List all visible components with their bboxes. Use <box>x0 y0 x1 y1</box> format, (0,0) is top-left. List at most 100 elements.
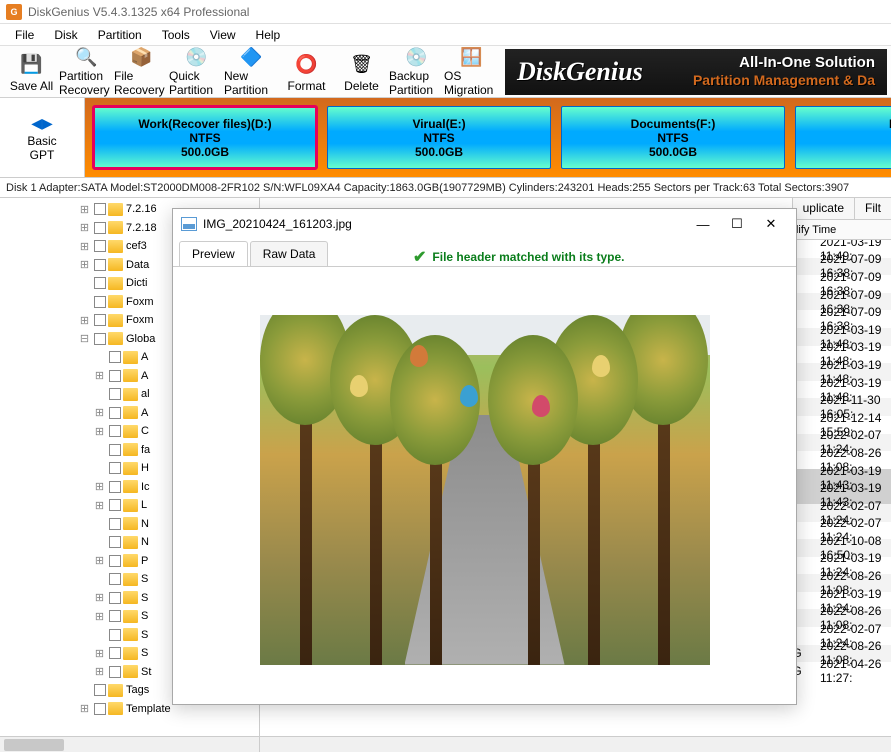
filelist-hscrollbar[interactable] <box>260 736 891 752</box>
expand-toggle-icon[interactable]: ⊞ <box>92 591 107 604</box>
checkbox[interactable] <box>109 407 121 419</box>
nav-arrows-icon[interactable]: ◀▶ <box>31 115 53 132</box>
tree-node-label: Template <box>126 703 171 715</box>
folder-icon <box>123 628 138 641</box>
checkbox[interactable] <box>94 296 106 308</box>
expand-toggle-icon[interactable]: ⊞ <box>92 425 107 438</box>
checkbox[interactable] <box>109 610 121 622</box>
window-title: DiskGenius V5.4.3.1325 x64 Professional <box>28 5 249 19</box>
checkbox[interactable] <box>109 592 121 604</box>
expand-toggle-icon[interactable]: ⊞ <box>92 369 107 382</box>
checkbox[interactable] <box>109 444 121 456</box>
minimize-button[interactable]: — <box>686 212 720 236</box>
toolbar-partition-recovery[interactable]: 🔍Partition Recovery <box>59 48 114 96</box>
toolbar-backup-partition[interactable]: 💿Backup Partition <box>389 48 444 96</box>
checkbox[interactable] <box>109 462 121 474</box>
expand-toggle-icon[interactable]: ⊞ <box>92 647 107 660</box>
partition-item[interactable]: BackuNT362.9 <box>795 106 891 169</box>
preview-titlebar[interactable]: IMG_20210424_161203.jpg — ☐ ✕ <box>173 209 796 239</box>
tree-node-label: Foxm <box>126 314 154 326</box>
tree-node-label: N <box>141 518 149 530</box>
preview-window[interactable]: IMG_20210424_161203.jpg — ☐ ✕ PreviewRaw… <box>172 208 797 705</box>
menu-partition[interactable]: Partition <box>89 26 151 44</box>
expand-toggle-icon[interactable]: ⊞ <box>92 480 107 493</box>
menu-disk[interactable]: Disk <box>45 26 86 44</box>
tree-hscrollbar[interactable] <box>0 736 259 752</box>
close-button[interactable]: ✕ <box>754 212 788 236</box>
checkbox[interactable] <box>109 481 121 493</box>
toolbar-icon: 📦 <box>128 47 156 68</box>
checkbox[interactable] <box>109 555 121 567</box>
checkbox[interactable] <box>94 222 106 234</box>
filter-button[interactable]: uplicate <box>792 198 854 219</box>
toolbar-icon: 🔍 <box>73 47 101 68</box>
checkbox[interactable] <box>94 333 106 345</box>
menu-help[interactable]: Help <box>247 26 290 44</box>
partition-item[interactable]: Documents(F:)NTFS500.0GB <box>561 106 785 169</box>
nav-mode: Basic <box>27 134 56 148</box>
checkbox[interactable] <box>109 388 121 400</box>
checkbox[interactable] <box>94 314 106 326</box>
folder-icon <box>123 351 138 364</box>
expand-toggle-icon[interactable]: ⊞ <box>77 203 92 216</box>
checkbox[interactable] <box>94 259 106 271</box>
partition-item[interactable]: Work(Recover files)(D:)NTFS500.0GB <box>93 106 317 169</box>
expand-toggle-icon[interactable]: ⊞ <box>92 554 107 567</box>
image-file-icon <box>181 217 197 231</box>
checkbox[interactable] <box>109 518 121 530</box>
checkbox[interactable] <box>94 203 106 215</box>
checkbox[interactable] <box>109 629 121 641</box>
menu-view[interactable]: View <box>201 26 245 44</box>
expand-toggle-icon[interactable]: ⊞ <box>77 221 92 234</box>
checkbox[interactable] <box>109 499 121 511</box>
menu-file[interactable]: File <box>6 26 43 44</box>
tree-node-label: St <box>141 666 151 678</box>
folder-icon <box>123 462 138 475</box>
tree-node-label: cef3 <box>126 240 147 252</box>
toolbar-save-all[interactable]: 💾Save All <box>4 48 59 96</box>
expand-toggle-icon[interactable]: ⊞ <box>92 499 107 512</box>
toolbar-delete[interactable]: 🗑Delete <box>334 48 389 96</box>
toolbar-icon: 💿 <box>183 47 211 68</box>
toolbar-icon: 💿 <box>403 47 431 68</box>
toolbar-os-migration[interactable]: 🪟OS Migration <box>444 48 499 96</box>
tree-node-label: Data <box>126 259 149 271</box>
expand-toggle-icon[interactable]: ⊞ <box>92 610 107 623</box>
expand-toggle-icon[interactable]: ⊟ <box>77 332 92 345</box>
checkbox[interactable] <box>94 703 106 715</box>
maximize-button[interactable]: ☐ <box>720 212 754 236</box>
checkbox[interactable] <box>94 277 106 289</box>
folder-icon <box>123 388 138 401</box>
expand-toggle-icon[interactable]: ⊞ <box>77 702 92 715</box>
brand-tagline-1: All-In-One Solution <box>693 54 875 72</box>
toolbar-quick-partition[interactable]: 💿Quick Partition <box>169 48 224 96</box>
expand-toggle-icon[interactable]: ⊞ <box>92 665 107 678</box>
expand-toggle-icon[interactable]: ⊞ <box>77 240 92 253</box>
checkbox[interactable] <box>109 536 121 548</box>
checkbox[interactable] <box>94 240 106 252</box>
expand-toggle-icon[interactable]: ⊞ <box>77 314 92 327</box>
partition-item[interactable]: Virual(E:)NTFS500.0GB <box>327 106 551 169</box>
tree-node-label: A <box>141 370 148 382</box>
filter-button[interactable]: Filt <box>854 198 891 219</box>
preview-tab-raw-data[interactable]: Raw Data <box>250 241 329 266</box>
toolbar-new-partition[interactable]: 🔷New Partition <box>224 48 279 96</box>
checkbox[interactable] <box>109 666 121 678</box>
folder-icon <box>123 591 138 604</box>
expand-toggle-icon[interactable]: ⊞ <box>77 258 92 271</box>
checkbox[interactable] <box>109 351 121 363</box>
checkbox[interactable] <box>94 684 106 696</box>
checkbox[interactable] <box>109 370 121 382</box>
expand-toggle-icon[interactable]: ⊞ <box>92 406 107 419</box>
toolbar-icon: 🔷 <box>238 47 266 68</box>
checkbox[interactable] <box>109 573 121 585</box>
preview-tab-preview[interactable]: Preview <box>179 241 248 266</box>
menu-tools[interactable]: Tools <box>153 26 199 44</box>
checkbox[interactable] <box>109 425 121 437</box>
titlebar: G DiskGenius V5.4.3.1325 x64 Professiona… <box>0 0 891 24</box>
tree-node-label: L <box>141 499 147 511</box>
toolbar-format[interactable]: ⭕Format <box>279 48 334 96</box>
toolbar-file-recovery[interactable]: 📦File Recovery <box>114 48 169 96</box>
toolbar-icon: 🗑 <box>348 50 376 78</box>
checkbox[interactable] <box>109 647 121 659</box>
